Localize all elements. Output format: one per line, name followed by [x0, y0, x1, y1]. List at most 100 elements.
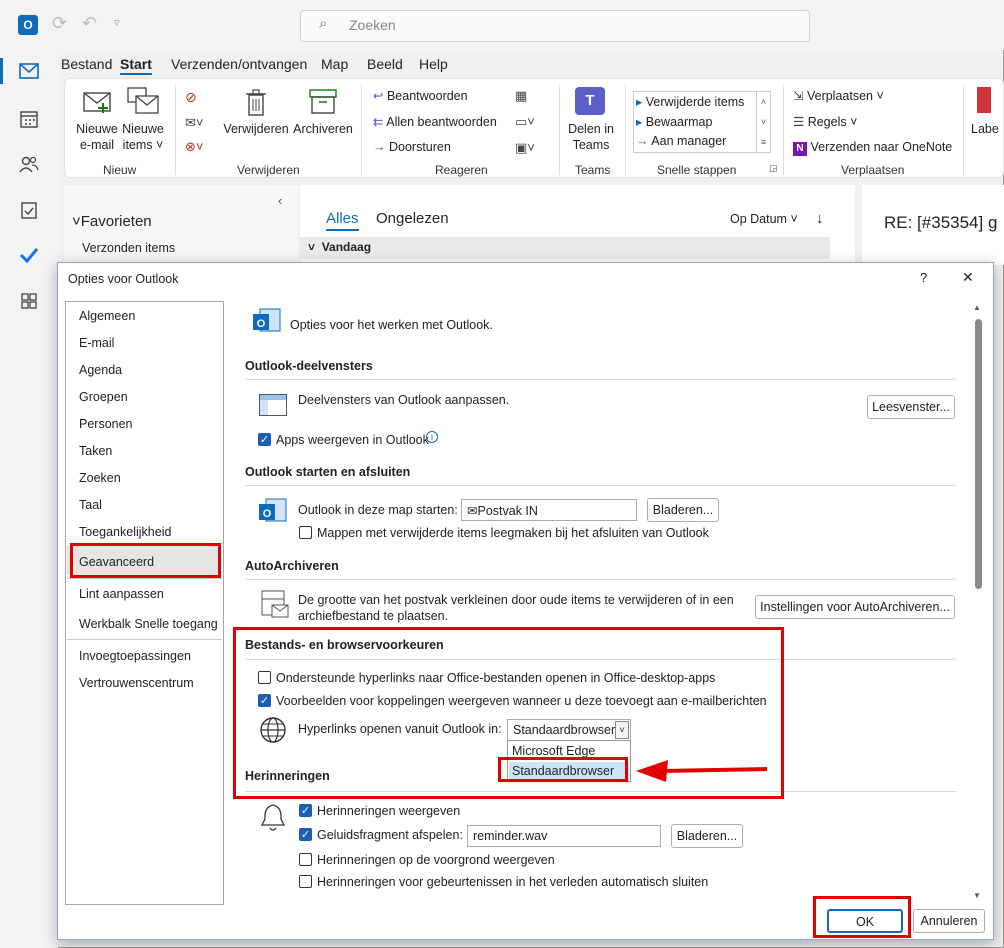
- tab-help[interactable]: Help: [419, 56, 448, 72]
- nav-lint-aanpassen[interactable]: Lint aanpassen: [79, 587, 164, 601]
- labels-button[interactable]: Labe: [971, 121, 1001, 137]
- forward-button[interactable]: → Doorsturen: [373, 140, 451, 154]
- reply-all-button[interactable]: ⇇ Allen beantwoorden: [373, 114, 497, 129]
- nav-algemeen[interactable]: Algemeen: [79, 309, 135, 323]
- tab-start[interactable]: Start: [120, 56, 152, 75]
- more-respond-icon[interactable]: ▣˅: [515, 140, 535, 156]
- move-button[interactable]: ⇲ Verplaatsen ˅: [793, 88, 884, 103]
- onenote-button[interactable]: N Verzenden naar OneNote: [793, 140, 952, 156]
- nav-agenda[interactable]: Agenda: [79, 363, 122, 377]
- tab-map[interactable]: Map: [321, 56, 348, 72]
- autoarchive-settings-button[interactable]: Instellingen voor AutoArchiveren...: [755, 595, 955, 619]
- empty-deleted-label: Mappen met verwijderde items leegmaken b…: [317, 526, 709, 540]
- separator: [783, 85, 784, 175]
- new-items-button[interactable]: Nieuwe items ˅: [121, 121, 165, 153]
- undo-icon[interactable]: ↶: [82, 13, 97, 34]
- cancel-button[interactable]: Annuleren: [913, 909, 985, 933]
- bell-icon: [260, 803, 286, 836]
- folder-sent[interactable]: Verzonden items: [82, 241, 175, 255]
- sort-button[interactable]: Op Datum ˅: [730, 212, 798, 226]
- forward-label: Doorsturen: [388, 140, 451, 154]
- tasks-icon[interactable]: [14, 195, 44, 225]
- quick-step-deleted-items[interactable]: ▸ Verwijderde items: [636, 94, 744, 109]
- new-items-icon: [127, 87, 161, 118]
- help-button[interactable]: ?: [920, 270, 927, 285]
- nav-werkbalk[interactable]: Werkbalk Snelle toegang: [79, 617, 218, 631]
- section-startstop: Outlook starten en afsluiten: [245, 465, 411, 479]
- foreground-checkbox[interactable]: [299, 853, 312, 866]
- quick-step-manager[interactable]: → Aan manager: [636, 134, 726, 148]
- rules-button[interactable]: ☰ Regels ˅: [793, 114, 857, 129]
- nav-vertrouwenscentrum[interactable]: Vertrouwenscentrum: [79, 676, 194, 690]
- scroll-thumb[interactable]: [975, 319, 982, 589]
- options-scrollbar[interactable]: ▲ ▼: [969, 301, 989, 905]
- apps-grid-icon[interactable]: [14, 286, 44, 316]
- quick-steps-gallery[interactable]: ▸ Verwijderde items ▸ Bewaarmap → Aan ma…: [633, 91, 771, 153]
- reading-pane-button[interactable]: Leesvenster...: [867, 395, 955, 419]
- chevron-down-icon: ˅: [308, 240, 316, 254]
- nav-email[interactable]: E-mail: [79, 336, 114, 350]
- tab-all[interactable]: Alles: [326, 210, 359, 231]
- message-list: Alles Ongelezen Op Datum ˅ ↓ ˅ Vandaag: [300, 185, 855, 265]
- tab-send-receive[interactable]: Verzenden/ontvangen: [171, 56, 307, 72]
- customize-toolbar-icon[interactable]: ▿: [114, 16, 120, 29]
- nav-zoeken[interactable]: Zoeken: [79, 471, 121, 485]
- delete-button[interactable]: Verwijderen: [223, 121, 289, 137]
- ribbon: Nieuwe e-mail Nieuwe items ˅ Nieuw ⊘ ✉˅ …: [64, 78, 1004, 178]
- divider: [245, 579, 956, 580]
- apps-show-checkbox[interactable]: ✓: [258, 433, 271, 446]
- search-input[interactable]: ⌕ Zoeken: [300, 10, 810, 42]
- tab-bestand[interactable]: Bestand: [61, 56, 112, 72]
- scroll-up-icon[interactable]: ▲: [973, 303, 981, 312]
- people-icon[interactable]: [14, 149, 44, 179]
- dialog-launcher-icon[interactable]: ◲: [769, 163, 778, 174]
- empty-deleted-checkbox[interactable]: [299, 526, 312, 539]
- ignore-icon[interactable]: ⊘: [185, 89, 197, 106]
- collapse-pane-icon[interactable]: ‹: [278, 193, 282, 208]
- highlight-standaardbrowser: [498, 757, 628, 782]
- reading-pane-icon: [259, 394, 287, 416]
- im-icon[interactable]: ▭˅: [515, 114, 535, 130]
- favorites-label: Favorieten: [80, 213, 152, 230]
- junk-icon[interactable]: ⊗˅: [185, 139, 203, 155]
- reply-button[interactable]: ↩ Beantwoorden: [373, 88, 468, 103]
- tab-beeld[interactable]: Beeld: [367, 56, 403, 72]
- group-label-delete: Verwijderen: [237, 163, 300, 177]
- cleanup-icon[interactable]: ✉˅: [185, 115, 203, 131]
- nav-personen[interactable]: Personen: [79, 417, 133, 431]
- sort-direction-icon[interactable]: ↓: [816, 210, 824, 227]
- scroll-down-icon[interactable]: ▼: [973, 891, 981, 900]
- group-header-today[interactable]: ˅ Vandaag: [300, 237, 830, 259]
- nav-toegankelijkheid[interactable]: Toegankelijkheid: [79, 525, 171, 539]
- play-sound-checkbox[interactable]: ✓: [299, 828, 312, 841]
- sound-file-field[interactable]: reminder.wav: [467, 825, 661, 847]
- info-icon[interactable]: i: [426, 431, 438, 443]
- todo-check-icon[interactable]: [14, 240, 44, 270]
- nav-groepen[interactable]: Groepen: [79, 390, 128, 404]
- auto-close-checkbox[interactable]: [299, 875, 312, 888]
- close-button[interactable]: ✕: [962, 269, 974, 286]
- start-folder-field[interactable]: ✉Postvak IN: [461, 499, 637, 521]
- nav-taken[interactable]: Taken: [79, 444, 112, 458]
- sync-icon[interactable]: ⟳: [52, 13, 67, 34]
- archive-box-icon: [260, 589, 290, 622]
- quick-step-bewaarmap[interactable]: ▸ Bewaarmap: [636, 114, 712, 129]
- reading-pane: RE: [#35354] g: [862, 185, 1004, 265]
- gallery-scroll[interactable]: ˄ ˅ ≡: [756, 92, 770, 152]
- new-mail-button[interactable]: Nieuwe e-mail: [75, 121, 119, 153]
- share-teams-button[interactable]: Delen in Teams: [565, 121, 617, 153]
- calendar-icon[interactable]: [14, 104, 44, 134]
- mail-icon[interactable]: [14, 56, 44, 86]
- start-folder-label: Outlook in deze map starten:: [298, 503, 458, 517]
- section-panes: Outlook-deelvensters: [245, 359, 373, 373]
- meeting-icon[interactable]: ▦: [515, 88, 527, 104]
- nav-taal[interactable]: Taal: [79, 498, 102, 512]
- forward-icon: →: [373, 140, 386, 154]
- tab-unread[interactable]: Ongelezen: [376, 210, 449, 227]
- browse-sound-button[interactable]: Bladeren...: [671, 824, 743, 848]
- browse-folder-button[interactable]: Bladeren...: [647, 498, 719, 522]
- archive-button[interactable]: Archiveren: [293, 121, 353, 137]
- nav-invoegtoepassingen[interactable]: Invoegtoepassingen: [79, 649, 191, 663]
- show-reminders-checkbox[interactable]: ✓: [299, 804, 312, 817]
- favorites-header[interactable]: ˅Favorieten: [72, 213, 152, 230]
